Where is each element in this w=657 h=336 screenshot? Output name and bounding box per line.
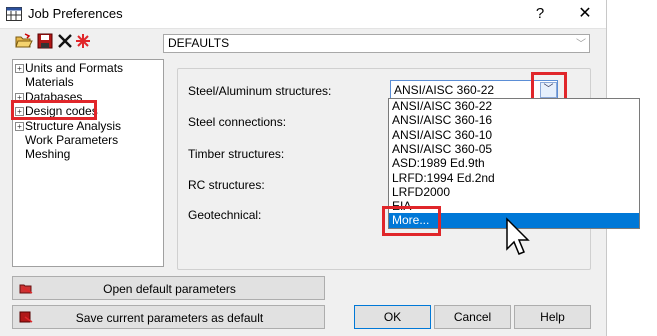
save-icon[interactable] [36,33,54,49]
defaults-combo[interactable]: DEFAULTS ﹀ [163,34,590,53]
help-button[interactable]: Help [514,305,591,329]
dropdown-option[interactable]: ANSI/AISC 360-16 [389,113,639,127]
tree-item-materials[interactable]: Materials [25,75,74,89]
mouse-cursor-icon [506,217,530,255]
steel-code-value: ANSI/AISC 360-22 [394,83,495,97]
rc-structures-label: RC structures: [188,178,265,192]
dropdown-option[interactable]: LRFD2000 [389,185,639,199]
ok-button[interactable]: OK [354,305,431,329]
tree-item-meshing[interactable]: Meshing [25,147,70,161]
dropdown-option[interactable]: ANSI/AISC 360-05 [389,142,639,156]
app-icon [6,7,22,21]
dropdown-option[interactable]: ANSI/AISC 360-10 [389,128,639,142]
open-default-parameters-button[interactable]: Open default parameters [12,276,325,300]
preferences-tree[interactable]: + Units and Formats Materials + Database… [12,59,164,267]
save-as-default-label: Save current parameters as default [75,311,264,325]
steel-structures-label: Steel/Aluminum structures: [188,84,332,98]
dropdown-option[interactable]: LRFD:1994 Ed.2nd [389,171,639,185]
open-default-parameters-label: Open default parameters [103,282,236,296]
expand-icon[interactable]: + [15,122,24,131]
steel-connections-label: Steel connections: [188,115,287,129]
window-title: Job Preferences [28,6,123,21]
reset-star-icon[interactable] [74,33,92,49]
cancel-button[interactable]: Cancel [434,305,511,329]
defaults-value: DEFAULTS [168,36,230,50]
tree-item-work-parameters[interactable]: Work Parameters [25,133,118,147]
timber-structures-label: Timber structures: [188,147,285,161]
title-bar: Job Preferences ? ✕ [0,0,657,29]
highlight-design-codes [11,100,97,120]
dropdown-option[interactable]: ANSI/AISC 360-22 [389,99,639,113]
geotechnical-label: Geotechnical: [188,208,262,222]
tree-item-units-and-formats[interactable]: Units and Formats [25,61,123,75]
delete-x-icon[interactable] [56,33,74,49]
chevron-down-icon: ﹀ [576,39,586,50]
help-title-button[interactable]: ? [520,0,560,28]
dropdown-option[interactable]: ASD:1989 Ed.9th [389,156,639,170]
expand-icon[interactable]: + [15,64,24,73]
open-folder-icon[interactable] [15,33,33,49]
tree-item-structure-analysis[interactable]: Structure Analysis [25,119,121,133]
save-as-default-button[interactable]: Save current parameters as default [12,305,325,329]
highlight-more-option [382,206,441,236]
close-button[interactable]: ✕ [560,0,610,28]
